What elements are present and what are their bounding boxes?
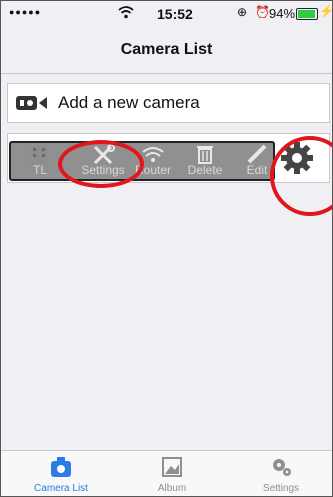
camera-icon (16, 96, 47, 110)
signal-strength: ●●●●● (9, 7, 42, 17)
tab-camera-list-label: Camera List (34, 483, 88, 494)
highlight-circle-settings (58, 140, 144, 188)
status-time: 15:52 (157, 6, 193, 22)
wifi-icon (118, 6, 134, 19)
tab-album-label: Album (157, 483, 187, 494)
charging-icon: ⚡ (319, 4, 333, 18)
add-camera-row[interactable]: Add a new camera (7, 83, 330, 123)
tab-bar: Camera List Album Settings (1, 450, 332, 496)
delete-action[interactable]: Delete (177, 143, 233, 179)
battery-fill (298, 10, 315, 18)
tab-settings-label: Settings (262, 483, 300, 494)
camera-list-icon (51, 457, 71, 477)
app-screen: ●●●●● 15:52 ⊕ ⏰ 94% ⚡ Camera List Add a … (0, 0, 333, 497)
navigation-bar: Camera List (1, 27, 332, 74)
battery-icon (296, 8, 318, 20)
battery-percent: 94% (269, 6, 296, 21)
tab-album[interactable]: Album (127, 451, 217, 496)
trash-icon (197, 146, 213, 164)
album-icon (162, 457, 182, 477)
delete-action-label: Delete (187, 163, 223, 177)
tab-settings[interactable]: Settings (236, 451, 326, 496)
rotation-lock-icon: ⊕ (237, 5, 248, 19)
page-title: Camera List (120, 41, 213, 58)
status-bar: ●●●●● 15:52 ⊕ ⏰ 94% ⚡ (1, 1, 332, 27)
add-camera-label: Add a new camera (58, 93, 200, 112)
gear-icon (273, 459, 291, 476)
tab-camera-list[interactable]: Camera List (16, 451, 106, 496)
alarm-icon: ⏰ (255, 5, 270, 19)
